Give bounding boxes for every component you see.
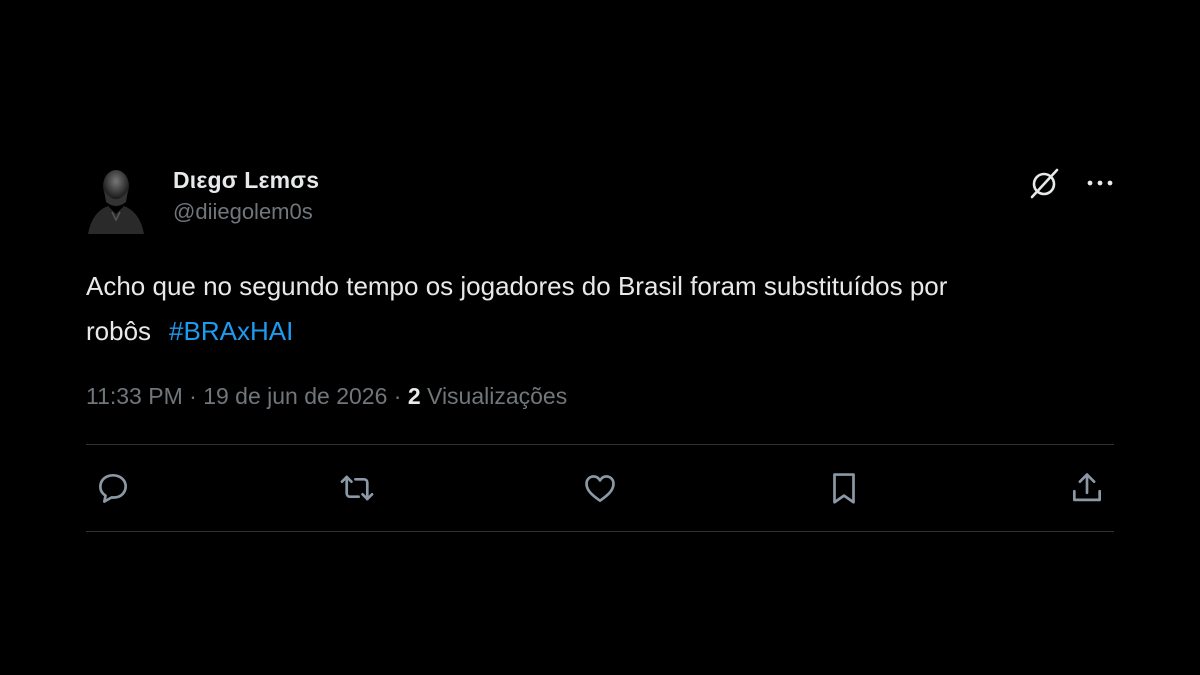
retweet-icon[interactable] — [338, 469, 376, 507]
user-handle[interactable]: @diiegolem0s — [173, 197, 319, 227]
avatar[interactable] — [86, 162, 146, 234]
tweet-time[interactable]: 11:33 PM — [86, 383, 183, 409]
tweet-text: Acho que no segundo tempo os jogadores d… — [86, 264, 1096, 354]
grok-icon[interactable] — [1028, 166, 1062, 200]
bookmark-icon[interactable] — [825, 469, 863, 507]
author-names: Dιεgσ Lεmσs @diiegolem0s — [173, 166, 319, 227]
reply-icon[interactable] — [94, 469, 132, 507]
tweet-header: Dιεgσ Lεmσs @diiegolem0s — [86, 160, 1114, 240]
share-icon[interactable] — [1068, 469, 1106, 507]
meta-separator: · — [189, 383, 197, 409]
tweet-card: Dιεgσ Lεmσs @diiegolem0s Acho que no seg… — [86, 160, 1114, 532]
divider — [86, 531, 1114, 532]
like-icon[interactable] — [581, 469, 619, 507]
more-icon[interactable] — [1086, 178, 1114, 188]
hashtag-link[interactable]: #BRAxHAI — [169, 316, 293, 346]
header-actions — [1028, 166, 1114, 200]
action-bar — [86, 445, 1114, 531]
tweet-date[interactable]: 19 de jun de 2026 — [203, 383, 387, 409]
display-name[interactable]: Dιεgσ Lεmσs — [173, 166, 319, 194]
tweet-meta: 11:33 PM · 19 de jun de 2026 · 2 Visuali… — [86, 381, 1114, 411]
views-label: Visualizações — [427, 383, 568, 409]
meta-separator: · — [393, 383, 402, 409]
views-count: 2 — [407, 383, 421, 409]
